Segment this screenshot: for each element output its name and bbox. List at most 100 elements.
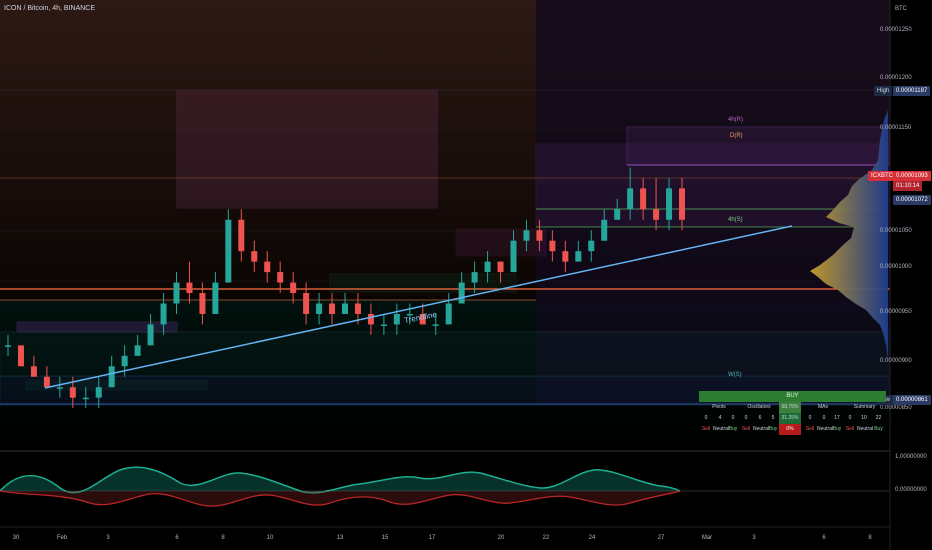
candle-body — [160, 303, 167, 325]
cyan-zone — [0, 331, 891, 378]
mas-buy-count: 17 — [834, 415, 840, 421]
pivots-sell-label: Sell — [701, 426, 711, 432]
date-label: 17 — [428, 535, 436, 541]
low-price-tag: 0.00000861 — [893, 395, 931, 405]
candle-body — [342, 303, 348, 314]
date-label: 24 — [588, 535, 596, 541]
mas-sell-count: 0 — [808, 415, 812, 421]
candle-body — [147, 324, 154, 346]
candle-body — [173, 282, 180, 304]
symbol-tag: ICXBTC — [868, 171, 897, 181]
summary-sell-count: 0 — [848, 415, 852, 421]
candle — [225, 209, 232, 283]
mas-sell-label: Sell — [805, 426, 815, 432]
date-label: 3 — [752, 535, 756, 541]
candle-body — [199, 293, 206, 314]
oscillators-neutral-label: Neutral — [753, 426, 770, 432]
candle-body — [601, 219, 608, 241]
resistance-zone-large — [176, 89, 438, 209]
oscillators-buy-count: 5 — [771, 415, 775, 421]
time-axis[interactable]: 30 Feb 3 6 8 10 13 15 17 20 22 24 27 Mar… — [0, 527, 890, 550]
resistance-4h-label: 4h(R) — [728, 117, 744, 123]
symbol-title[interactable]: ICON / Bitcoin, 4h, BINANCE — [4, 5, 95, 12]
oscillators-buy-label: Buy — [768, 426, 778, 432]
candle-body — [536, 230, 543, 241]
candle-body — [588, 240, 595, 252]
price-axis-label: 0.00001050 — [880, 228, 912, 234]
oscillators-header: Oscillators — [747, 404, 771, 410]
high-label: High — [874, 86, 893, 96]
support-4h-label: 4h(S) — [728, 217, 743, 223]
date-label: 10 — [266, 535, 274, 541]
oscillators-badge: 68.75% — [779, 402, 801, 413]
price-chart-canvas[interactable] — [0, 0, 932, 550]
candle-body — [121, 355, 128, 367]
candle-body — [108, 366, 115, 388]
trading-chart[interactable]: ICON / Bitcoin, 4h, BINANCE BTC 0.000012… — [0, 0, 932, 550]
mas-buy-label: Buy — [832, 426, 842, 432]
pivots-buy-count: 0 — [731, 415, 735, 421]
candle-body — [523, 230, 530, 241]
group-header-row: Pivots Oscillators 68.75% MAs Summary — [699, 402, 886, 413]
date-label: 8 — [221, 535, 225, 541]
technical-summary-table: BUY Pivots Oscillators 68.75% MAs Summar… — [699, 391, 886, 445]
candle-body — [69, 387, 76, 398]
oscillators-sell-label: Sell — [741, 426, 751, 432]
candle-body — [316, 303, 323, 314]
resistance-d-label: D(R) — [730, 133, 743, 139]
last-price-tag: 0.00001093 — [893, 171, 931, 181]
candle-body — [238, 219, 245, 252]
candle-body — [251, 251, 258, 262]
date-label: 3 — [106, 535, 110, 541]
candle-body — [277, 272, 284, 283]
candle-body — [679, 188, 685, 220]
candle-body — [17, 345, 24, 367]
pivots-header: Pivots — [712, 404, 726, 410]
candle-body — [329, 303, 336, 314]
resistance-zone-top — [626, 126, 890, 166]
candle — [17, 345, 24, 367]
candle-body — [303, 293, 310, 314]
currency-label: BTC — [895, 6, 907, 12]
oscillator-scale-top: 1.00000000 — [895, 454, 927, 460]
candle-body — [549, 240, 556, 252]
signal-header: BUY — [699, 391, 886, 402]
pivots-neutral-count: 4 — [718, 415, 722, 421]
pivots-neutral-label: Neutral — [713, 426, 730, 432]
date-label: Mar — [701, 535, 713, 541]
price-axis-label: 0.00001000 — [880, 264, 912, 270]
candle-body — [640, 188, 647, 210]
price-axis-label: 0.00000850 — [880, 405, 912, 411]
date-label: 22 — [542, 535, 550, 541]
candle-body — [432, 324, 439, 326]
mas-header: MAs — [818, 404, 828, 410]
mas-neutral-count: 0 — [822, 415, 826, 421]
oscillators-sell-count: 0 — [744, 415, 748, 421]
candle-body — [614, 209, 621, 220]
date-label: 6 — [822, 535, 826, 541]
label-row: Sell Neutral Buy Sell Neutral Buy 0% Sel… — [699, 424, 886, 435]
candle-body — [393, 313, 400, 325]
date-label: 13 — [336, 535, 344, 541]
summary-buy-label: Buy — [874, 426, 883, 432]
candle-body — [95, 387, 102, 398]
price-axis-label: 0.00001150 — [880, 125, 912, 131]
price-axis-label: 0.00001200 — [880, 75, 912, 81]
price-axis-label: 0.00000900 — [880, 358, 912, 364]
candle-body — [212, 282, 219, 314]
weekly-support-label: W(S) — [728, 372, 742, 378]
summary-neutral-count: 10 — [861, 415, 867, 421]
date-label: 8 — [868, 535, 872, 541]
candle-body — [497, 261, 504, 273]
date-label: 30 — [12, 535, 20, 541]
oscillator-scale-zero: 0.00000000 — [895, 487, 927, 493]
candle-body — [56, 387, 63, 389]
summary-neutral-label: Neutral — [857, 426, 874, 432]
candle-body — [627, 188, 634, 210]
candle-body — [30, 366, 37, 377]
candle-body — [134, 345, 141, 356]
date-label: 15 — [381, 535, 389, 541]
candle-body — [575, 251, 582, 262]
candle-body — [43, 376, 50, 388]
candle-body — [354, 303, 361, 314]
